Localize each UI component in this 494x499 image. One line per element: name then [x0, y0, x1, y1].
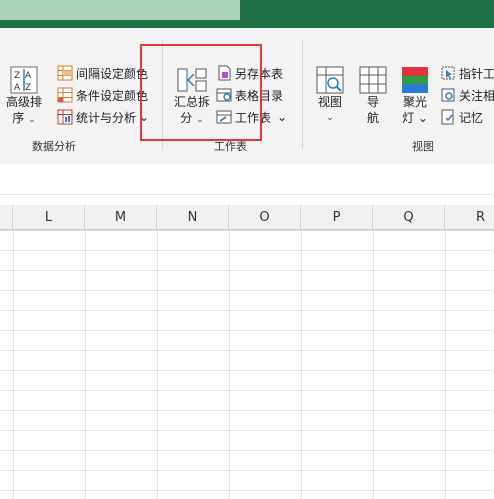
- column-header[interactable]: L: [13, 205, 85, 229]
- group-label-view: 视图: [412, 140, 434, 153]
- column-header[interactable]: P: [301, 205, 373, 229]
- view-icon: [316, 66, 344, 94]
- grid-line: [229, 230, 230, 499]
- row-header-corner[interactable]: [0, 205, 13, 229]
- grid-color-icon: [57, 65, 73, 81]
- group-divider: [302, 40, 303, 150]
- navigation-label-1: 导: [366, 95, 379, 109]
- title-bar-tab-area: [0, 0, 240, 20]
- svg-text:Z: Z: [25, 83, 31, 93]
- pointer-tool-label: 指针工: [459, 66, 494, 81]
- grid-line: [85, 230, 86, 499]
- memory-label: 记忆: [459, 110, 484, 125]
- advanced-sort-label-1: 高级排: [5, 95, 42, 109]
- condition-color-label: 条件设定颜色: [76, 88, 149, 103]
- chevron-down-icon: ⌄: [326, 113, 334, 123]
- column-header[interactable]: O: [229, 205, 301, 229]
- condition-color-icon: [57, 87, 73, 103]
- stats-icon: [57, 109, 73, 125]
- ribbon: Z A A Z 高级排 序 ⌄ 间隔设定颜色 条件设定颜色 统计与分析 ⌄ 数据…: [0, 28, 494, 165]
- stats-analysis-button[interactable]: 统计与分析 ⌄: [57, 108, 149, 126]
- pointer-tool-button[interactable]: 指针工: [440, 64, 494, 82]
- column-header[interactable]: N: [157, 205, 229, 229]
- focus-button[interactable]: 关注相: [440, 86, 494, 104]
- advanced-sort-label-2: 序: [12, 111, 25, 125]
- navigation-label-2: 航: [366, 111, 379, 125]
- view-label: 视图: [317, 95, 342, 109]
- condition-color-button[interactable]: 条件设定颜色: [57, 86, 148, 104]
- interval-color-button[interactable]: 间隔设定颜色: [57, 64, 148, 82]
- group-label-data-analysis: 数据分析: [32, 140, 76, 153]
- interval-color-label: 间隔设定颜色: [76, 66, 149, 81]
- navigation-button[interactable]: 导 航: [356, 66, 390, 126]
- grid-line: [445, 230, 446, 499]
- advanced-sort-label-2-wrap: 序 ⌄: [12, 110, 35, 128]
- memory-button[interactable]: 记忆: [440, 108, 483, 126]
- title-bar: [0, 0, 494, 28]
- sort-az-icon: Z A A Z: [10, 66, 38, 94]
- grid-line: [13, 230, 14, 499]
- memory-icon: [441, 109, 454, 125]
- grid-line: [373, 230, 374, 499]
- advanced-sort-button[interactable]: Z A A Z 高级排 序 ⌄: [4, 66, 44, 128]
- column-header[interactable]: R: [445, 205, 494, 229]
- svg-text:A: A: [14, 83, 21, 93]
- focus-label: 关注相: [459, 88, 494, 103]
- stats-analysis-label: 统计与分析: [76, 110, 137, 125]
- spotlight-icon: [402, 67, 428, 93]
- svg-text:Z: Z: [14, 71, 20, 81]
- navigation-grid-icon: [359, 66, 387, 94]
- pointer-tool-icon: [441, 66, 455, 80]
- chevron-down-icon: ⌄: [28, 115, 36, 125]
- spotlight-label-2: 灯 ⌄: [402, 111, 428, 125]
- highlight-box: [140, 44, 262, 141]
- grid-line: [301, 230, 302, 499]
- spotlight-button[interactable]: 聚光 灯 ⌄: [396, 66, 434, 126]
- view-button[interactable]: 视图 ⌄: [312, 66, 348, 126]
- column-header-row: L M N O P Q R: [0, 205, 494, 230]
- svg-text:A: A: [25, 71, 32, 81]
- spotlight-label-1: 聚光: [402, 95, 427, 109]
- column-header[interactable]: M: [85, 205, 157, 229]
- focus-icon: [441, 88, 455, 102]
- cell-grid[interactable]: [0, 230, 494, 499]
- chevron-down-icon: ⌄: [277, 110, 288, 124]
- formula-bar[interactable]: [0, 164, 494, 195]
- column-header[interactable]: Q: [373, 205, 445, 229]
- grid-line: [157, 230, 158, 499]
